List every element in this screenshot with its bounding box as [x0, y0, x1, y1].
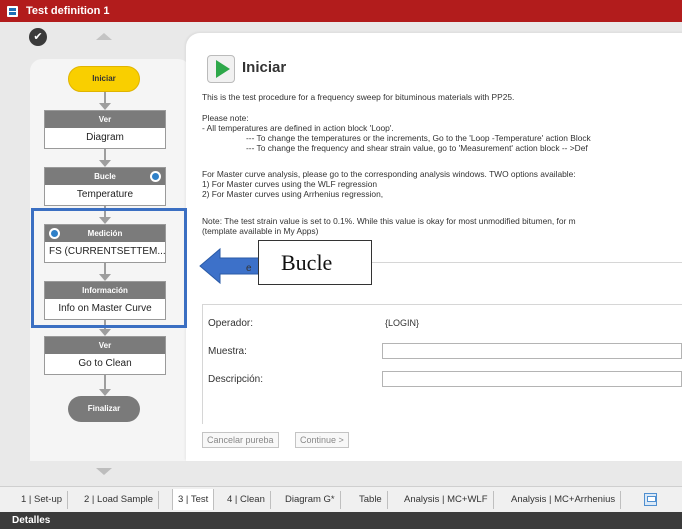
continue-button[interactable]: Continue > [295, 432, 349, 448]
flow-block-body: Diagram [86, 132, 124, 143]
app-icon [7, 6, 18, 17]
tab-analysis-mc-wlf[interactable]: Analysis | MC+WLF [399, 491, 494, 509]
note-line: 1) For Master curves using the WLF regre… [202, 179, 378, 189]
flow-connector [99, 92, 111, 110]
note-line: This is the test procedure for a frequen… [202, 92, 515, 102]
flow-block-view-diagram[interactable]: Ver Diagram [44, 110, 166, 149]
add-tab-icon[interactable] [644, 493, 657, 506]
tab-analysis-mc-arrhenius[interactable]: Analysis | MC+Arrhenius [506, 491, 622, 509]
flow-block-header: Bucle [94, 172, 116, 181]
flow-end-node[interactable]: Finalizar [68, 396, 140, 422]
page-title: Iniciar [242, 59, 287, 76]
loop-highlight-box [31, 208, 187, 328]
flow-connector [99, 149, 111, 167]
window-titlebar: Test definition 1 [0, 0, 682, 22]
cancel-test-button[interactable]: Cancelar pureba [202, 432, 279, 448]
flow-block-header: Ver [45, 111, 165, 128]
tab-load-sample[interactable]: 2 | Load Sample [79, 491, 160, 509]
flow-block-loop-temperature[interactable]: Bucle Temperature [44, 167, 166, 206]
description-label: Descripción: [208, 374, 264, 385]
note-line: Note: The test strain value is set to 0.… [202, 216, 576, 226]
flow-block-body: Go to Clean [78, 358, 132, 369]
tab-table[interactable]: Table [354, 491, 388, 509]
operator-field[interactable] [382, 315, 682, 331]
flow-block-view-clean[interactable]: Ver Go to Clean [44, 336, 166, 375]
sample-field[interactable] [382, 343, 682, 359]
tab-test[interactable]: 3 | Test [172, 489, 215, 510]
note-line: 2) For Master curves using Arrhenius reg… [202, 189, 384, 199]
tab-set-up[interactable]: 1 | Set-up [16, 491, 69, 509]
details-label: Detalles [12, 515, 51, 526]
tab-bar: 1 | Set-up 2 | Load Sample 3 | Test 4 | … [0, 486, 682, 512]
details-bar[interactable]: Detalles [0, 512, 682, 529]
note-line: Please note: [202, 113, 249, 123]
tab-diagram-g[interactable]: Diagram G* [280, 491, 341, 509]
window-title: Test definition 1 [26, 5, 110, 17]
operator-label: Operador: [208, 318, 254, 329]
form-left-border [202, 304, 203, 424]
note-line: For Master curve analysis, please go to … [202, 169, 576, 179]
play-icon [207, 55, 235, 83]
flow-start-node[interactable]: Iniciar [68, 66, 140, 92]
flow-block-header: Ver [45, 337, 165, 354]
divider [372, 262, 682, 263]
note-line: --- To change the temperatures or the in… [246, 133, 591, 143]
scroll-down-icon[interactable] [96, 468, 112, 475]
bucle-callout-label: Bucle [258, 240, 372, 285]
note-line: --- To change the frequency and shear st… [246, 143, 588, 153]
description-field[interactable] [382, 371, 682, 387]
note-line: (template available in My Apps) [202, 226, 319, 236]
form-top-border [202, 304, 682, 305]
loop-end-icon [150, 171, 161, 182]
scroll-up-icon[interactable] [96, 33, 112, 40]
flow-connector [99, 375, 111, 396]
tab-clean[interactable]: 4 | Clean [222, 491, 271, 509]
sample-label: Muestra: [208, 346, 247, 357]
note-line: - All temperatures are defined in action… [202, 123, 394, 133]
flow-block-body: Temperature [76, 189, 134, 200]
check-icon[interactable]: ✔ [29, 28, 47, 46]
